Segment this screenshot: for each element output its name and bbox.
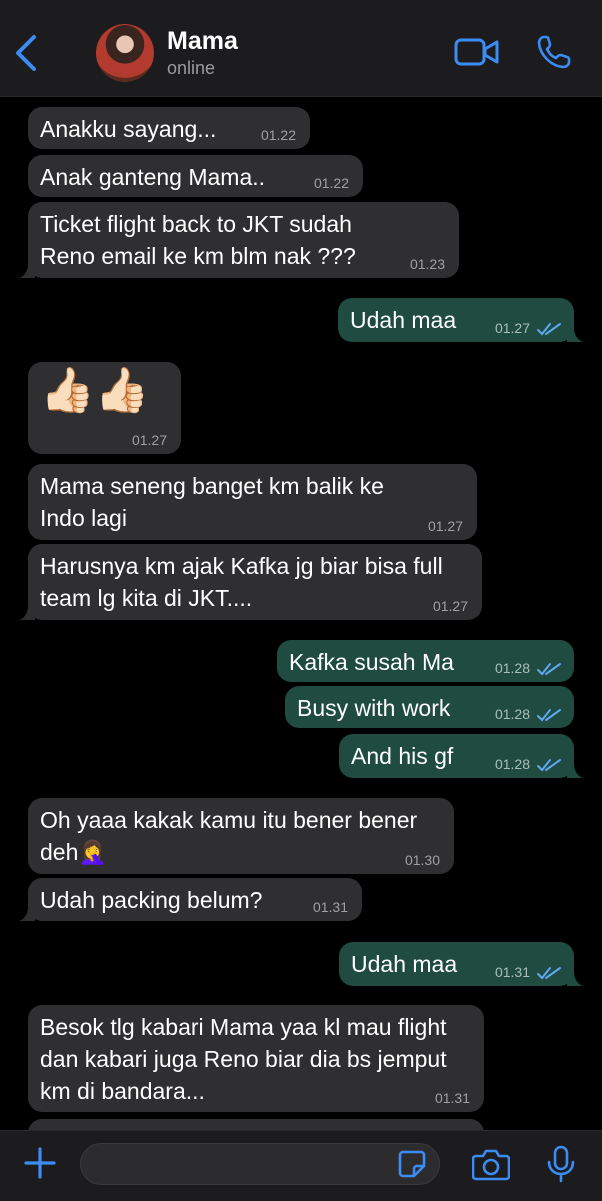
message-time: 01.30 <box>404 852 440 868</box>
message-incoming[interactable]: Ticket flight back to JKT sudah Reno ema… <box>19 202 459 278</box>
message-list[interactable]: Anakku sayang... 01.22 Anak ganteng Mama… <box>0 97 602 1130</box>
message-text: Udah packing belum? <box>40 887 263 913</box>
message-time: 01.31 <box>494 964 530 980</box>
read-checkmarks-icon <box>537 759 561 772</box>
thumbs-up-emoji: 👍🏻👍🏻 <box>40 366 150 415</box>
sticker-icon[interactable] <box>397 1149 427 1179</box>
plus-icon[interactable] <box>22 1145 58 1181</box>
video-call-icon[interactable] <box>454 36 500 68</box>
message-time: 01.31 <box>434 1090 470 1106</box>
message-incoming[interactable]: Anak ganteng Mama.. 01.22 <box>28 155 363 197</box>
message-text: Udah maa <box>351 951 458 977</box>
message-text: Udah maa <box>350 307 457 333</box>
message-time: 01.31 <box>312 899 348 915</box>
message-outgoing[interactable]: Kafka susah Ma 01.28 <box>277 640 574 682</box>
bubble-tail <box>19 264 35 278</box>
message-incoming[interactable]: Oh yaaa kakak kamu itu bener bener deh🤦‍… <box>28 798 454 874</box>
message-input[interactable] <box>80 1143 440 1185</box>
contact-status: online <box>167 58 216 78</box>
message-text: Ticket flight back to JKT sudah Reno ema… <box>40 211 356 269</box>
message-incoming[interactable]: Mama seneng banget km balik ke Indo lagi… <box>28 464 477 540</box>
message-time: 01.28 <box>494 706 530 722</box>
message-incoming[interactable]: Anakku sayang... 01.22 <box>28 107 310 149</box>
message-incoming[interactable]: Udah packing belum? 01.31 <box>19 878 362 921</box>
message-outgoing[interactable]: Udah maa 01.27 <box>338 298 583 342</box>
bubble-tail <box>567 328 583 342</box>
message-text: And his gf <box>351 743 454 769</box>
message-text: Kafka susah Ma <box>289 649 454 675</box>
message-time: 01.28 <box>494 756 530 772</box>
message-incoming[interactable]: Besok tlg kabari Mama yaa kl mau flight … <box>28 1005 484 1112</box>
message-time: 01.28 <box>494 660 530 676</box>
message-time: 01.22 <box>313 175 349 191</box>
avatar[interactable] <box>96 24 154 82</box>
message-text: Anakku sayang... <box>40 116 217 142</box>
back-chevron-icon[interactable] <box>10 34 42 72</box>
message-time: 01.23 <box>409 256 445 272</box>
message-text: Busy with work <box>297 695 451 721</box>
camera-icon[interactable] <box>472 1147 510 1181</box>
phone-call-icon[interactable] <box>536 34 572 70</box>
composer-bar <box>0 1130 602 1201</box>
read-checkmarks-icon <box>537 709 561 722</box>
message-time: 01.27 <box>432 598 468 614</box>
message-incoming[interactable]: 👍🏻👍🏻 01.27 <box>28 362 181 454</box>
message-time: 01.27 <box>131 432 167 448</box>
message-incoming[interactable]: Harusnya km ajak Kafka jg biar bisa full… <box>19 544 482 620</box>
bubble-tail <box>567 764 583 778</box>
microphone-icon[interactable] <box>546 1145 576 1183</box>
message-text: Harusnya km ajak Kafka jg biar bisa full… <box>40 553 443 611</box>
message-text: Oh yaaa kakak kamu itu bener bener deh🤦‍… <box>40 807 418 865</box>
bubble-tail <box>19 907 35 921</box>
read-checkmarks-icon <box>537 323 561 336</box>
message-outgoing[interactable]: Busy with work 01.28 <box>285 686 574 728</box>
bubble-tail <box>567 972 583 986</box>
bubble-tail <box>19 606 35 620</box>
message-text: Mama seneng banget km balik ke Indo lagi <box>40 473 384 531</box>
message-text: Besok tlg kabari Mama yaa kl mau flight … <box>40 1014 447 1104</box>
read-checkmarks-icon <box>537 663 561 676</box>
message-outgoing[interactable]: And his gf 01.28 <box>339 734 583 778</box>
message-time: 01.27 <box>427 518 463 534</box>
message-outgoing[interactable]: Udah maa 01.31 <box>339 942 583 986</box>
chat-header: Mama online <box>0 0 602 97</box>
message-time: 01.27 <box>494 320 530 336</box>
read-checkmarks-icon <box>537 967 561 980</box>
message-time: 01.22 <box>260 127 296 143</box>
message-incoming-partial[interactable] <box>28 1119 484 1130</box>
contact-name[interactable]: Mama <box>167 27 238 56</box>
message-text: Anak ganteng Mama.. <box>40 164 266 190</box>
